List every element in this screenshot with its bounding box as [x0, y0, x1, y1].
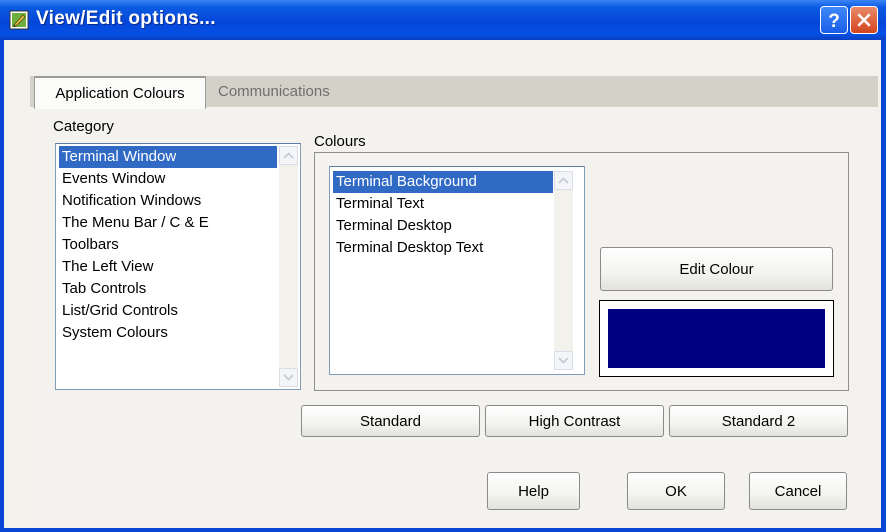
svg-text:?: ? — [828, 11, 840, 30]
colours-label: Colours — [314, 133, 366, 150]
chevron-down-icon — [283, 374, 294, 381]
category-list[interactable]: Terminal Window Events Window Notificati… — [55, 143, 301, 390]
scroll-up-button[interactable] — [554, 171, 573, 190]
category-item-notification-windows[interactable]: Notification Windows — [59, 190, 201, 212]
colour-item-terminal-desktop[interactable]: Terminal Desktop — [333, 215, 452, 237]
question-icon: ? — [828, 11, 840, 30]
category-item-toolbars[interactable]: Toolbars — [59, 234, 119, 256]
colour-preview — [608, 309, 825, 368]
options-dialog: View/Edit options... ? Application Colou… — [0, 0, 886, 532]
ok-button[interactable]: OK — [627, 472, 725, 510]
scroll-down-button[interactable] — [554, 351, 573, 370]
app-icon — [9, 10, 29, 30]
cancel-button[interactable]: Cancel — [749, 472, 847, 510]
colours-scrollbar[interactable] — [554, 171, 573, 370]
colour-preview-frame — [599, 300, 834, 377]
chevron-up-icon — [283, 152, 294, 159]
colour-item-terminal-background[interactable]: Terminal Background — [333, 171, 553, 193]
category-scrollbar[interactable] — [279, 146, 298, 387]
help-button[interactable]: Help — [487, 472, 580, 510]
edit-colour-button[interactable]: Edit Colour — [600, 247, 833, 291]
category-label: Category — [53, 118, 114, 135]
chevron-down-icon — [558, 357, 569, 364]
standard2-scheme-button[interactable]: Standard 2 — [669, 405, 848, 437]
tab-communications[interactable]: Communications — [218, 83, 330, 100]
title-bar[interactable]: View/Edit options... ? — [0, 0, 886, 40]
scroll-down-button[interactable] — [279, 368, 298, 387]
close-button[interactable] — [850, 6, 878, 34]
close-icon — [857, 13, 871, 27]
colour-item-terminal-desktop-text[interactable]: Terminal Desktop Text — [333, 237, 483, 259]
category-item-menu-bar[interactable]: The Menu Bar / C & E — [59, 212, 209, 234]
high-contrast-scheme-button[interactable]: High Contrast — [485, 405, 664, 437]
chevron-up-icon — [558, 177, 569, 184]
category-item-system-colours[interactable]: System Colours — [59, 322, 168, 344]
category-item-events-window[interactable]: Events Window — [59, 168, 165, 190]
tab-application-colours[interactable]: Application Colours — [34, 76, 206, 109]
category-item-tab-controls[interactable]: Tab Controls — [59, 278, 146, 300]
category-item-left-view[interactable]: The Left View — [59, 256, 153, 278]
colour-item-terminal-text[interactable]: Terminal Text — [333, 193, 424, 215]
window-title: View/Edit options... — [36, 8, 216, 29]
standard-scheme-button[interactable]: Standard — [301, 405, 480, 437]
category-item-list-grid-controls[interactable]: List/Grid Controls — [59, 300, 178, 322]
scroll-up-button[interactable] — [279, 146, 298, 165]
help-title-button[interactable]: ? — [820, 6, 848, 34]
category-item-terminal-window[interactable]: Terminal Window — [59, 146, 277, 168]
colours-list[interactable]: Terminal Background Terminal Text Termin… — [329, 166, 585, 375]
